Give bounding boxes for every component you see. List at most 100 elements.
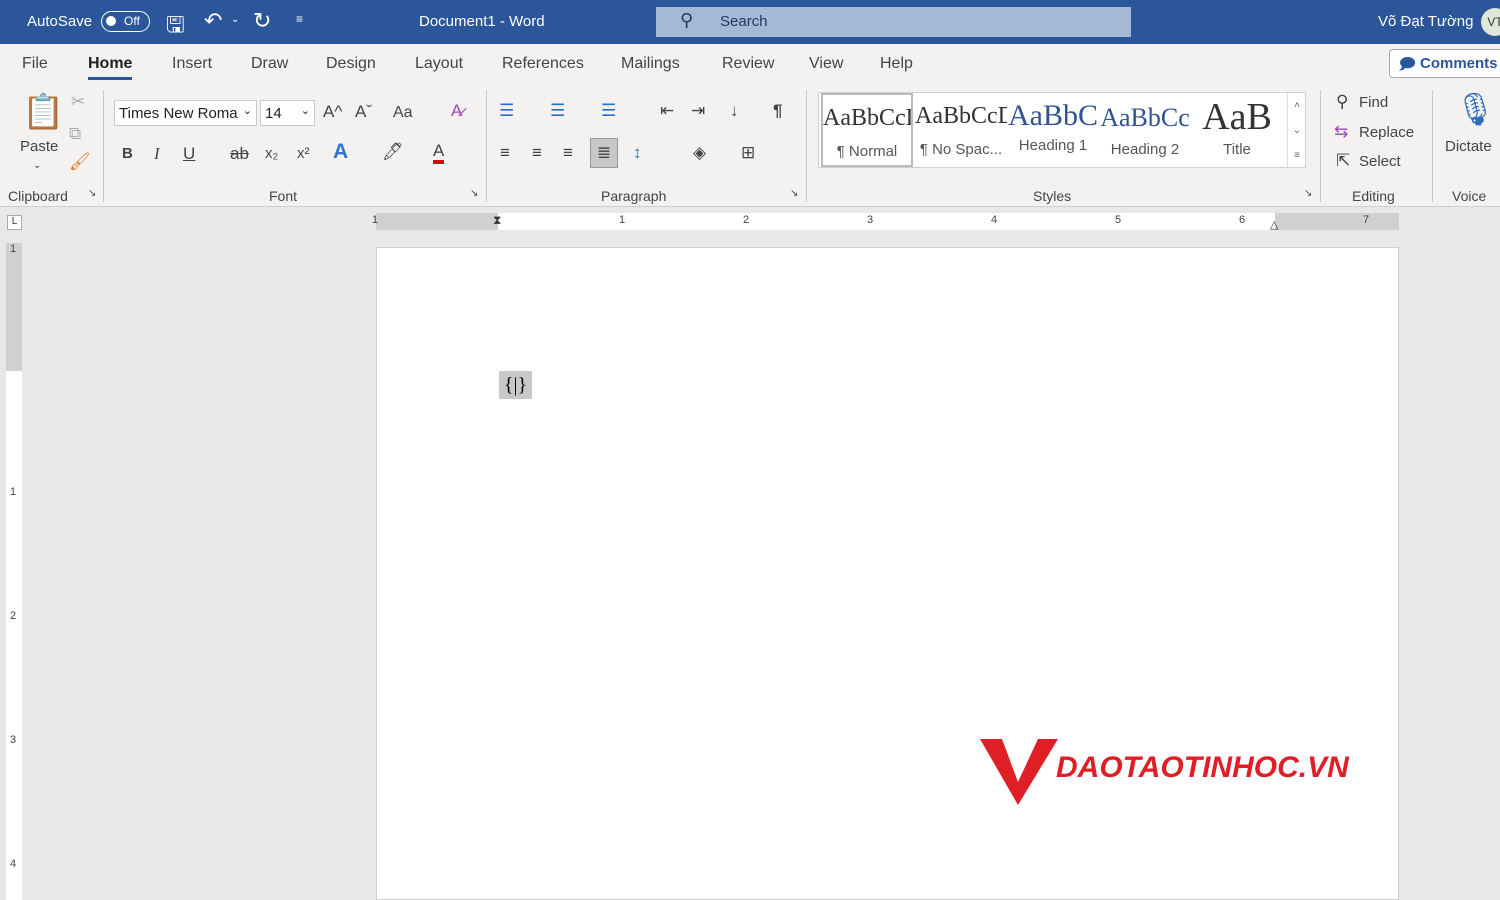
tab-references[interactable]: References bbox=[502, 55, 584, 73]
autosave-toggle[interactable]: Off bbox=[101, 11, 150, 32]
cut-icon[interactable]: ✂ bbox=[71, 92, 85, 112]
bullets-icon[interactable]: ☰ bbox=[499, 101, 514, 121]
save-icon[interactable]: 🖫 bbox=[166, 8, 185, 46]
multilevel-list-icon[interactable]: ☰ bbox=[601, 101, 616, 121]
user-name: Võ Đạt Tường bbox=[1378, 13, 1474, 30]
line-spacing-icon[interactable]: ↕ bbox=[633, 143, 642, 163]
font-name-select[interactable]: Times New Roma ⌄ bbox=[114, 100, 257, 126]
select-button[interactable]: Select bbox=[1359, 152, 1401, 172]
style-no-spacing[interactable]: AaBbCcDc ¶ No Spac... bbox=[915, 93, 1007, 167]
divider bbox=[486, 90, 487, 202]
comments-label: Comments bbox=[1420, 55, 1498, 72]
tab-view[interactable]: View bbox=[809, 55, 843, 73]
highlight-icon[interactable]: 🖊 bbox=[382, 142, 404, 162]
style-preview: AaBbCcDc bbox=[915, 103, 1007, 129]
undo-dropdown-icon[interactable]: ⌄ bbox=[231, 14, 239, 25]
format-painter-icon[interactable]: 🖌 bbox=[69, 152, 91, 172]
microphone-icon[interactable]: 🎙 bbox=[1455, 89, 1496, 129]
tab-file[interactable]: File bbox=[22, 55, 48, 73]
copy-icon[interactable]: ⧉ bbox=[69, 124, 81, 144]
underline-button[interactable]: U bbox=[183, 144, 195, 164]
decrease-indent-icon[interactable]: ⇤ bbox=[660, 101, 674, 121]
search-placeholder: Search bbox=[720, 13, 768, 30]
bold-button[interactable]: B bbox=[122, 144, 133, 164]
replace-button[interactable]: Replace bbox=[1359, 123, 1414, 143]
field-code[interactable]: {|} bbox=[499, 371, 532, 399]
ruler-number: 4 bbox=[10, 858, 17, 870]
redo-icon[interactable]: ↻ bbox=[253, 8, 271, 34]
tab-design[interactable]: Design bbox=[326, 55, 376, 73]
style-name: Title bbox=[1223, 141, 1251, 158]
divider bbox=[1320, 90, 1321, 202]
title-bar: AutoSave Off 🖫 ↶ ⌄ ↻ ≡ Document1 - Word … bbox=[0, 0, 1500, 44]
group-label-voice: Voice bbox=[1452, 188, 1487, 204]
ruler-number: 3 bbox=[10, 734, 17, 746]
tab-mailings[interactable]: Mailings bbox=[621, 55, 680, 73]
paste-icon[interactable]: 📋 bbox=[22, 92, 64, 132]
subscript-button[interactable]: x₂ bbox=[265, 144, 278, 164]
search-icon: ⚲ bbox=[680, 10, 694, 30]
right-indent-marker[interactable]: △ bbox=[1270, 218, 1278, 231]
style-preview: AaBbCcDc bbox=[823, 105, 911, 131]
tab-home[interactable]: Home bbox=[88, 55, 133, 80]
find-button[interactable]: Find bbox=[1359, 93, 1388, 113]
tab-help[interactable]: Help bbox=[880, 55, 913, 73]
autosave-state: Off bbox=[124, 14, 140, 28]
numbering-icon[interactable]: ☰ bbox=[550, 101, 565, 121]
font-launcher-icon[interactable]: ↘ bbox=[470, 188, 478, 199]
customize-toolbar-icon[interactable]: ≡ bbox=[296, 12, 303, 26]
grow-font-button[interactable]: A^ bbox=[323, 102, 342, 122]
group-label-paragraph: Paragraph bbox=[601, 188, 667, 204]
font-name-value: Times New Roma bbox=[119, 105, 238, 122]
tab-layout[interactable]: Layout bbox=[415, 55, 463, 73]
shading-icon[interactable]: ◈ bbox=[693, 143, 706, 163]
chevron-down-icon: ⌄ bbox=[242, 105, 252, 117]
clear-formatting-icon[interactable]: A̷ bbox=[451, 101, 462, 121]
replace-icon: ⇆ bbox=[1334, 122, 1349, 141]
font-size-select[interactable]: 14 ⌄ bbox=[260, 100, 315, 126]
align-left-icon[interactable]: ≡ bbox=[500, 143, 510, 163]
paragraph-launcher-icon[interactable]: ↘ bbox=[790, 188, 798, 199]
dictate-button[interactable]: Dictate bbox=[1445, 137, 1492, 157]
undo-icon[interactable]: ↶ bbox=[204, 8, 222, 34]
style-title[interactable]: AaB Title bbox=[1191, 93, 1283, 167]
avatar[interactable]: VT bbox=[1481, 8, 1500, 36]
strikethrough-button[interactable]: ab bbox=[230, 144, 249, 164]
change-case-button[interactable]: Aa bbox=[393, 103, 413, 123]
ruler-number: 1 bbox=[619, 214, 626, 226]
find-icon: ⚲ bbox=[1336, 92, 1349, 111]
font-color-icon[interactable]: A bbox=[433, 142, 445, 164]
tab-insert[interactable]: Insert bbox=[172, 55, 212, 73]
justify-icon[interactable]: ≣ bbox=[590, 138, 618, 168]
paste-button[interactable]: Paste bbox=[20, 137, 58, 157]
shrink-font-button[interactable]: Aˇ bbox=[355, 102, 372, 122]
paste-dropdown-icon[interactable]: ⌄ bbox=[33, 156, 41, 176]
increase-indent-icon[interactable]: ⇥ bbox=[691, 101, 705, 121]
document-title: Document1 - Word bbox=[419, 13, 545, 30]
show-formatting-icon[interactable]: ¶ bbox=[773, 101, 782, 121]
styles-launcher-icon[interactable]: ↘ bbox=[1304, 188, 1312, 199]
search-box[interactable]: ⚲ Search bbox=[656, 7, 1131, 37]
horizontal-ruler[interactable]: 1 1 2 3 4 5 6 7 ⧗ △ bbox=[372, 213, 1399, 231]
italic-button[interactable]: I bbox=[154, 144, 160, 164]
sort-icon[interactable]: ↓ bbox=[730, 101, 739, 121]
borders-icon[interactable]: ⊞ bbox=[741, 143, 755, 163]
align-center-icon[interactable]: ≡ bbox=[532, 143, 542, 163]
text-effects-icon[interactable]: A bbox=[333, 141, 348, 162]
indent-marker[interactable]: ⧗ bbox=[493, 213, 501, 228]
tab-selector[interactable]: L bbox=[7, 215, 22, 230]
comments-button[interactable]: 🗩 Comments bbox=[1389, 49, 1500, 78]
group-label-clipboard: Clipboard bbox=[8, 188, 68, 204]
tab-draw[interactable]: Draw bbox=[251, 55, 288, 73]
align-right-icon[interactable]: ≡ bbox=[563, 143, 573, 163]
style-heading-2[interactable]: AaBbCc Heading 2 bbox=[1099, 93, 1191, 167]
style-normal[interactable]: AaBbCcDc ¶ Normal bbox=[821, 93, 913, 167]
styles-scroll[interactable]: ˄ ⌄ ≡ bbox=[1287, 93, 1306, 167]
group-label-styles: Styles bbox=[1033, 188, 1072, 204]
ruler-number: 3 bbox=[867, 214, 874, 226]
clipboard-launcher-icon[interactable]: ↘ bbox=[88, 188, 96, 199]
superscript-button[interactable]: x² bbox=[297, 144, 310, 164]
tab-review[interactable]: Review bbox=[722, 55, 774, 73]
vertical-ruler[interactable]: 1 1 2 3 4 bbox=[6, 243, 22, 900]
style-heading-1[interactable]: AaBbC Heading 1 bbox=[1007, 93, 1099, 167]
